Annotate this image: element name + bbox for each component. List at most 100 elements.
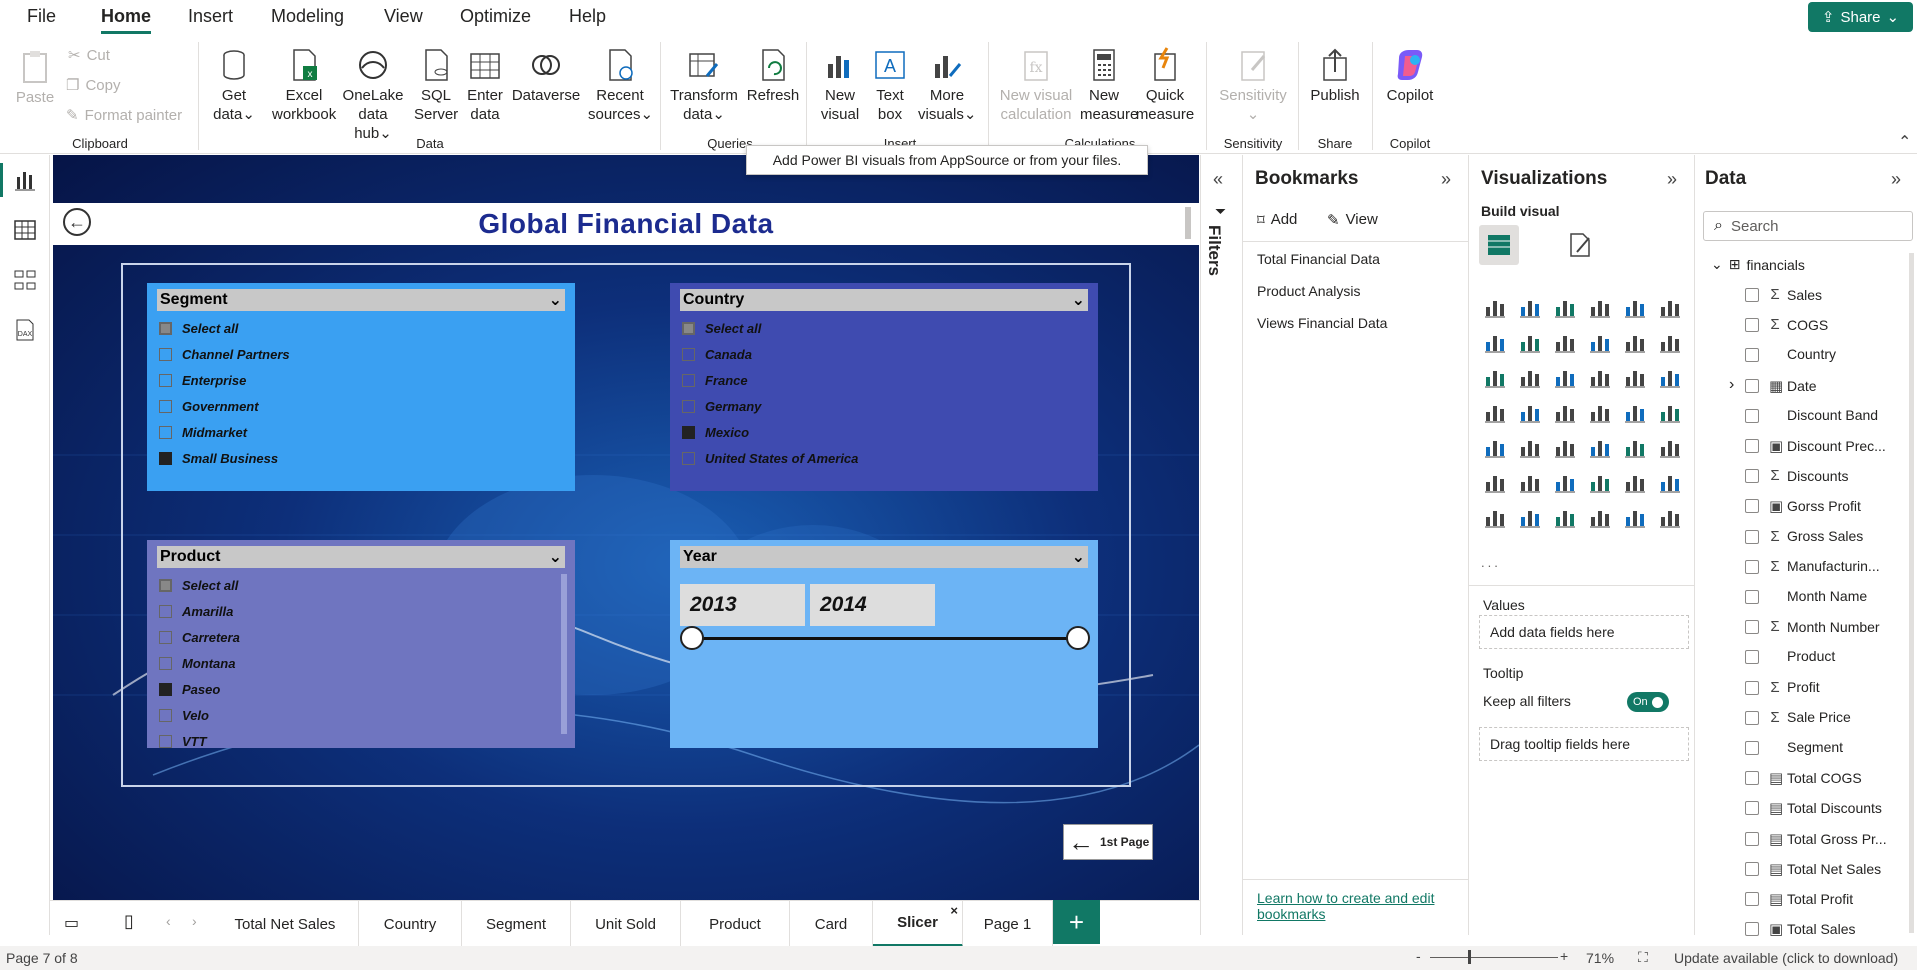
checkbox[interactable] bbox=[682, 399, 695, 413]
slicer-option[interactable]: VTT bbox=[157, 728, 565, 748]
field-item[interactable]: Σ Gross Sales bbox=[1769, 528, 1863, 545]
visual-type-icon[interactable] bbox=[1553, 295, 1577, 319]
chevron-down-icon[interactable]: ⌄ bbox=[1072, 547, 1085, 567]
visual-type-icon[interactable] bbox=[1483, 400, 1507, 424]
visual-type-icon[interactable] bbox=[1588, 470, 1612, 494]
chevron-down-icon[interactable]: ⌄ bbox=[549, 547, 562, 567]
bookmark-item[interactable]: Product Analysis bbox=[1257, 283, 1361, 299]
field-checkbox[interactable] bbox=[1745, 771, 1759, 786]
more-visuals-ellipsis[interactable]: ... bbox=[1481, 555, 1501, 570]
page-tab[interactable]: Segment bbox=[462, 901, 571, 947]
onelake-button[interactable]: OneLake data hub⌄ bbox=[338, 46, 408, 143]
visual-type-icon[interactable] bbox=[1518, 470, 1542, 494]
back-arrow-button[interactable]: ← bbox=[63, 208, 91, 236]
slicer-option[interactable]: Enterprise bbox=[157, 367, 565, 393]
checkbox[interactable] bbox=[159, 321, 172, 335]
values-drop-zone[interactable]: Add data fields here bbox=[1479, 615, 1689, 649]
field-item[interactable]: Σ Sale Price bbox=[1769, 709, 1850, 726]
checkbox[interactable] bbox=[682, 425, 695, 439]
sensitivity-button[interactable]: Sensitivity ⌄ bbox=[1216, 46, 1290, 124]
visual-type-icon[interactable] bbox=[1518, 330, 1542, 354]
field-item[interactable]: ▣ Total Sales bbox=[1769, 920, 1855, 938]
field-checkbox[interactable] bbox=[1745, 559, 1759, 574]
field-checkbox[interactable] bbox=[1745, 469, 1759, 484]
table-financials[interactable]: ⌄ ⊞ financials bbox=[1711, 256, 1805, 273]
visual-type-icon[interactable] bbox=[1588, 295, 1612, 319]
add-bookmark-button[interactable]: ⌑ Add bbox=[1257, 211, 1297, 229]
paste-button[interactable]: Paste bbox=[14, 48, 56, 107]
field-item[interactable]: ▤ Total Net Sales bbox=[1769, 860, 1881, 878]
zoom-in-icon[interactable]: + bbox=[1560, 948, 1568, 964]
field-item[interactable]: Σ Discounts bbox=[1769, 467, 1848, 484]
visual-type-icon[interactable] bbox=[1623, 505, 1647, 529]
visual-type-icon[interactable] bbox=[1588, 505, 1612, 529]
dataverse-button[interactable]: Dataverse bbox=[510, 46, 582, 105]
scrollbar[interactable] bbox=[1185, 207, 1191, 239]
menu-modeling[interactable]: Modeling bbox=[271, 6, 344, 27]
desktop-layout-icon[interactable]: ▭ bbox=[64, 913, 79, 933]
field-item[interactable]: ▤ Total COGS bbox=[1769, 769, 1862, 787]
slicer-option[interactable]: Amarilla bbox=[157, 598, 565, 624]
checkbox[interactable] bbox=[159, 734, 172, 748]
visual-type-icon[interactable] bbox=[1588, 330, 1612, 354]
checkbox[interactable] bbox=[159, 399, 172, 413]
visual-type-icon[interactable] bbox=[1658, 435, 1682, 459]
quick-measure-button[interactable]: Quick measure bbox=[1134, 46, 1196, 124]
page-tab[interactable]: Country bbox=[359, 901, 462, 947]
slicer-option[interactable]: France bbox=[680, 367, 1088, 393]
field-item[interactable]: Σ COGS bbox=[1769, 316, 1828, 333]
visual-type-icon[interactable] bbox=[1553, 435, 1577, 459]
scrollbar[interactable] bbox=[1909, 253, 1914, 933]
visual-type-icon[interactable] bbox=[1553, 400, 1577, 424]
field-item[interactable]: Country bbox=[1769, 346, 1836, 362]
slicer-option[interactable]: Velo bbox=[157, 702, 565, 728]
recent-sources-button[interactable]: Recent sources⌄ bbox=[588, 46, 653, 124]
field-item[interactable]: ▣ Gorss Profit bbox=[1769, 497, 1861, 515]
more-visuals-button[interactable]: More visuals⌄ bbox=[918, 46, 976, 124]
new-visual-calculation-button[interactable]: fx New visual calculation bbox=[996, 46, 1076, 124]
slicer-option[interactable]: Select all bbox=[680, 315, 1088, 341]
slicer-option[interactable]: Government bbox=[157, 393, 565, 419]
page-tab[interactable]: Total Net Sales bbox=[212, 901, 359, 947]
slicer-option[interactable]: Canada bbox=[680, 341, 1088, 367]
visual-type-icon[interactable] bbox=[1553, 330, 1577, 354]
enter-data-button[interactable]: Enter data bbox=[464, 46, 506, 124]
field-checkbox[interactable] bbox=[1745, 710, 1759, 725]
page-tab[interactable]: Product bbox=[681, 901, 790, 947]
field-checkbox[interactable] bbox=[1745, 741, 1759, 755]
tooltip-drop-zone[interactable]: Drag tooltip fields here bbox=[1479, 727, 1689, 761]
slicer-option[interactable]: Midmarket bbox=[157, 419, 565, 445]
visual-type-icon[interactable] bbox=[1518, 365, 1542, 389]
slicer-option[interactable]: Small Business bbox=[157, 445, 565, 471]
visual-type-icon[interactable] bbox=[1658, 505, 1682, 529]
checkbox[interactable] bbox=[159, 682, 172, 696]
visual-type-icon[interactable] bbox=[1588, 365, 1612, 389]
visual-type-icon[interactable] bbox=[1483, 435, 1507, 459]
checkbox[interactable] bbox=[159, 708, 172, 722]
visual-type-icon[interactable] bbox=[1483, 505, 1507, 529]
visual-type-icon[interactable] bbox=[1483, 470, 1507, 494]
checkbox[interactable] bbox=[159, 451, 172, 465]
format-painter-button[interactable]: ✎ Format painter bbox=[66, 106, 182, 125]
slicer-option[interactable]: Montana bbox=[157, 650, 565, 676]
zoom-slider-thumb[interactable] bbox=[1468, 950, 1471, 964]
copilot-button[interactable]: Copilot bbox=[1380, 46, 1440, 105]
year-end-input[interactable]: 2014 bbox=[810, 584, 935, 626]
zoom-slider[interactable] bbox=[1430, 957, 1558, 958]
bookmark-item[interactable]: Views Financial Data bbox=[1257, 315, 1387, 331]
visual-type-icon[interactable] bbox=[1658, 365, 1682, 389]
update-available-link[interactable]: Update available (click to download) bbox=[1674, 950, 1898, 966]
checkbox[interactable] bbox=[159, 578, 172, 592]
visual-type-icon[interactable] bbox=[1623, 435, 1647, 459]
slicer-option[interactable]: Select all bbox=[157, 315, 565, 341]
visual-type-icon[interactable] bbox=[1518, 295, 1542, 319]
visual-type-icon[interactable] bbox=[1623, 365, 1647, 389]
field-checkbox[interactable] bbox=[1745, 892, 1759, 906]
visual-type-icon[interactable] bbox=[1588, 400, 1612, 424]
slicer-option[interactable]: Channel Partners bbox=[157, 341, 565, 367]
menu-file[interactable]: File bbox=[27, 6, 56, 27]
collapse-icon[interactable]: » bbox=[1891, 169, 1901, 190]
visual-type-icon[interactable] bbox=[1623, 330, 1647, 354]
zoom-out-icon[interactable]: - bbox=[1416, 948, 1421, 964]
checkbox[interactable] bbox=[159, 604, 172, 618]
